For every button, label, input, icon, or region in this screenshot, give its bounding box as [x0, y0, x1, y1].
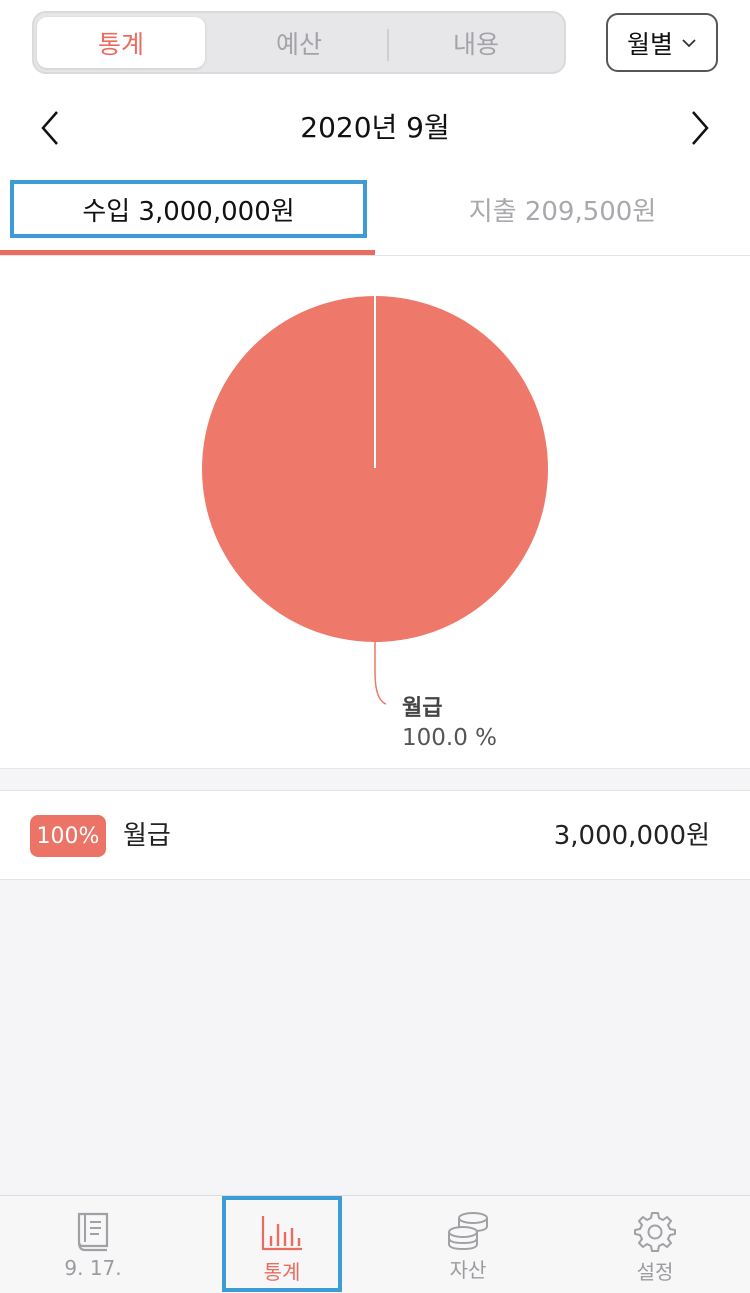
tabbar-item-daily[interactable]: 9. 17.: [33, 1196, 153, 1292]
period-dropdown[interactable]: 월별: [606, 13, 718, 72]
gear-icon: [634, 1212, 676, 1252]
pie-label-percent: 100.0 %: [402, 725, 498, 751]
chevron-down-icon: [682, 38, 696, 47]
chevron-left-icon: [41, 111, 58, 145]
tabbar-label-statistics: 통계: [263, 1260, 301, 1284]
coins-icon: [448, 1212, 488, 1250]
prev-month-button[interactable]: [30, 108, 70, 148]
list-item-amount: 3,000,000원: [553, 821, 710, 851]
tab-expense[interactable]: 지출 209,500원: [375, 180, 750, 238]
top-panel: 통계 예산 내용 월별 2020년 9월 수입 3,000,000원 지출 20…: [0, 0, 750, 768]
segment-statistics[interactable]: 통계: [37, 17, 205, 68]
next-month-button[interactable]: [680, 108, 720, 148]
list-item[interactable]: 100% 월급 3,000,000원: [0, 790, 750, 880]
view-segmented-control: 통계 예산 내용: [32, 11, 566, 74]
tab-income[interactable]: 수입 3,000,000원: [10, 180, 367, 238]
pie-chart: [202, 296, 548, 705]
tabbar-label-daily: 9. 17.: [64, 1256, 122, 1280]
month-title: 2020년 9월: [300, 111, 450, 144]
bar-chart-icon: [261, 1216, 302, 1251]
tabbar-item-assets[interactable]: 자산: [408, 1196, 528, 1292]
pie-leader-line: [374, 642, 387, 705]
tabbar-item-settings[interactable]: 설정: [595, 1196, 715, 1292]
bottom-tab-bar: 9. 17. 통계 자산 설정: [0, 1195, 750, 1293]
percent-badge: 100%: [30, 815, 106, 857]
period-label: 월별: [626, 29, 673, 59]
book-icon: [77, 1212, 109, 1252]
chevron-right-icon: [692, 111, 709, 145]
tabbar-label-settings: 설정: [636, 1260, 674, 1284]
pie-label-name: 월급: [402, 696, 443, 721]
list-item-name: 월급: [123, 821, 171, 851]
segment-details[interactable]: 내용: [392, 17, 560, 68]
section-divider: [0, 768, 750, 769]
tabbar-label-assets: 자산: [449, 1258, 487, 1282]
tabbar-item-statistics[interactable]: 통계: [222, 1196, 342, 1292]
segment-budget[interactable]: 예산: [215, 17, 383, 68]
segment-divider: [387, 29, 389, 61]
